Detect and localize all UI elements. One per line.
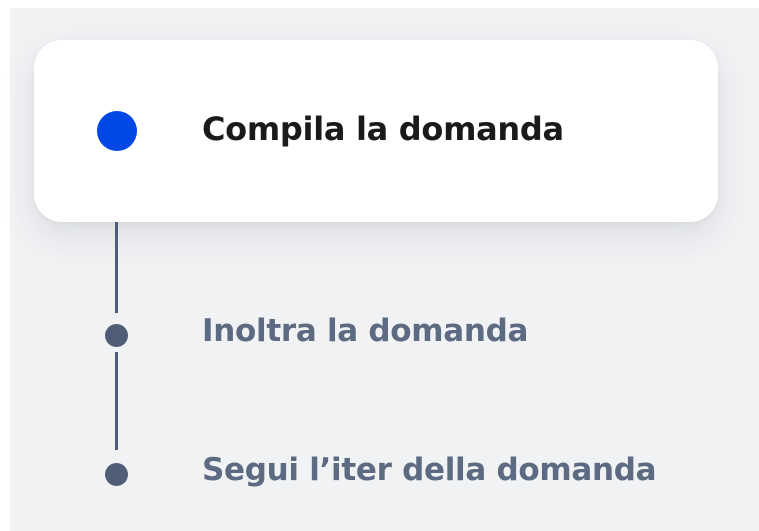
step-connector (115, 352, 118, 450)
step-dot-icon (105, 463, 128, 486)
step-label-inoltra[interactable]: Inoltra la domanda (202, 313, 528, 349)
step-label-compila: Compila la domanda (202, 110, 564, 148)
step-connector (115, 222, 118, 313)
step-dot-active-icon (97, 111, 137, 151)
step-dot-icon (105, 324, 128, 347)
step-label-segui[interactable]: Segui l’iter della domanda (202, 452, 657, 488)
